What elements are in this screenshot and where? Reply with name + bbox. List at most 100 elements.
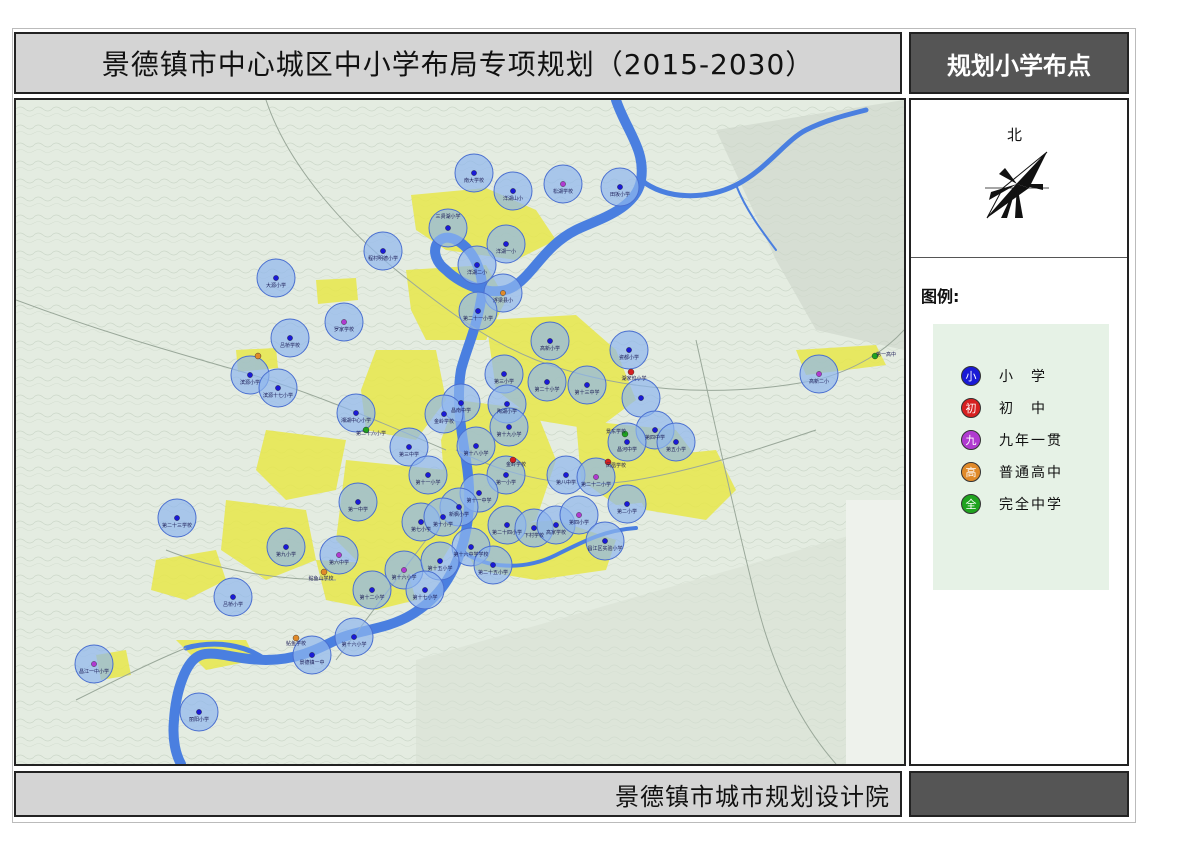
side-title: 规划小学布点 — [947, 51, 1091, 80]
school-marker[interactable] — [401, 567, 407, 573]
legend-label: 小 学 — [999, 369, 1047, 385]
school-marker[interactable] — [673, 439, 679, 445]
school-marker[interactable] — [503, 472, 509, 478]
school-label: 第二小学 — [617, 508, 637, 515]
school-marker[interactable] — [275, 385, 281, 391]
school-label: 第十三中学 — [574, 389, 599, 396]
map-panel[interactable]: 南大学校 洋湖山小 松湖学校 田坂小学 三贤湖小学 洋湖一小 程村明德小学 洋湖二小 大源小学浮… — [14, 98, 906, 766]
school-marker[interactable] — [626, 347, 632, 353]
school-label: 第十一小学 — [415, 479, 440, 486]
school-marker[interactable] — [351, 634, 357, 640]
school-marker[interactable] — [320, 568, 328, 576]
school-marker[interactable] — [456, 504, 462, 510]
school-marker[interactable] — [490, 562, 496, 568]
school-marker[interactable] — [380, 248, 386, 254]
school-marker[interactable] — [425, 472, 431, 478]
school-label: 第一高中 — [876, 351, 896, 358]
school-marker[interactable] — [437, 558, 443, 564]
school-marker[interactable] — [458, 400, 464, 406]
school-marker[interactable] — [474, 262, 480, 268]
school-marker[interactable] — [353, 410, 359, 416]
legend-item-senior: 高 普通高中 — [961, 460, 1063, 484]
school-marker[interactable] — [476, 490, 482, 496]
school-marker[interactable] — [230, 594, 236, 600]
school-marker[interactable] — [309, 652, 315, 658]
school-marker[interactable] — [355, 499, 361, 505]
school-label: 凤凰学校 — [606, 462, 626, 469]
school-marker[interactable] — [468, 544, 474, 550]
school-marker[interactable] — [501, 371, 507, 377]
school-label: 昌河中学 — [617, 446, 637, 453]
school-marker[interactable] — [593, 474, 599, 480]
school-marker[interactable] — [563, 472, 569, 478]
school-marker[interactable] — [369, 587, 375, 593]
school-label: 第二十一小学 — [463, 315, 493, 322]
school-marker[interactable] — [816, 371, 822, 377]
school-label: 洋湖山小 — [503, 195, 523, 202]
school-label: 第十六中学学校 — [453, 551, 488, 558]
school-marker[interactable] — [283, 544, 289, 550]
school-marker[interactable] — [473, 443, 479, 449]
school-marker[interactable] — [504, 522, 510, 528]
school-marker[interactable] — [500, 290, 506, 296]
school-marker[interactable] — [627, 368, 635, 376]
school-marker[interactable] — [624, 439, 630, 445]
school-label: 第一小学 — [496, 479, 516, 486]
school-label: 第十一中学 — [466, 497, 491, 504]
school-label: 第六中学 — [329, 559, 349, 566]
school-label: 景德镇一中 — [299, 659, 324, 666]
school-marker[interactable] — [544, 379, 550, 385]
school-marker[interactable] — [341, 319, 347, 325]
school-marker[interactable] — [510, 188, 516, 194]
school-marker[interactable] — [576, 512, 582, 518]
school-marker[interactable] — [471, 170, 477, 176]
legend-label: 普通高中 — [999, 465, 1063, 481]
school-label: 洋湖二小 — [467, 269, 487, 276]
school-marker[interactable] — [273, 275, 279, 281]
school-marker[interactable] — [254, 352, 262, 360]
school-marker[interactable] — [336, 552, 342, 558]
school-marker[interactable] — [418, 519, 424, 525]
school-marker[interactable] — [547, 338, 553, 344]
school-marker[interactable] — [445, 225, 451, 231]
school-marker[interactable] — [506, 424, 512, 430]
organization-name: 景德镇市城市规划设计院 — [615, 782, 890, 811]
school-marker[interactable] — [652, 427, 658, 433]
school-label: 田坂小学 — [610, 191, 630, 198]
school-marker[interactable] — [196, 709, 202, 715]
school-marker[interactable] — [441, 411, 447, 417]
school-marker[interactable] — [91, 661, 97, 667]
school-label: 高新小学 — [540, 345, 560, 352]
school-marker[interactable] — [174, 515, 180, 521]
school-label: 第二十二小学 — [581, 481, 611, 488]
map-canvas[interactable]: 南大学校洋湖山小 松湖学校 田坂小学三贤湖小学洋湖一小程村明德小学洋湖二小大源小学浮… — [16, 100, 904, 764]
school-marker[interactable] — [638, 395, 644, 401]
school-label: 第九小学 — [276, 551, 296, 558]
school-label: 第二十五小学 — [478, 569, 508, 576]
school-marker[interactable] — [247, 372, 253, 378]
school-marker[interactable] — [287, 335, 293, 341]
school-marker[interactable] — [504, 401, 510, 407]
school-marker[interactable] — [440, 514, 446, 520]
north-arrow-area: 北 — [911, 100, 1127, 258]
school-label: 新枫小学 — [449, 511, 469, 518]
school-marker[interactable] — [553, 522, 559, 528]
school-marker[interactable] — [406, 444, 412, 450]
school-marker[interactable] — [624, 501, 630, 507]
compass-icon — [985, 151, 1049, 219]
school-label: 第三中学 — [399, 451, 419, 458]
school-marker[interactable] — [531, 525, 537, 531]
legend-panel: 北 图例: 小 小 学 初 初 中 九 九年一贯 高 普通高中 全 完全中学 — [909, 98, 1129, 766]
school-label: 金岭学校 — [506, 461, 526, 468]
legend-item-complete: 全 完全中学 — [961, 492, 1063, 516]
title-bar: 景德镇市中心城区中小学布局专项规划（2015-2030） — [14, 32, 902, 94]
school-marker[interactable] — [475, 308, 481, 314]
school-marker[interactable] — [584, 382, 590, 388]
school-marker[interactable] — [422, 587, 428, 593]
school-marker[interactable] — [602, 538, 608, 544]
school-marker[interactable] — [560, 181, 566, 187]
school-label: 第二十小学 — [534, 386, 559, 393]
school-label: 浮梁县小 — [493, 297, 513, 304]
school-marker[interactable] — [617, 184, 623, 190]
school-marker[interactable] — [503, 241, 509, 247]
